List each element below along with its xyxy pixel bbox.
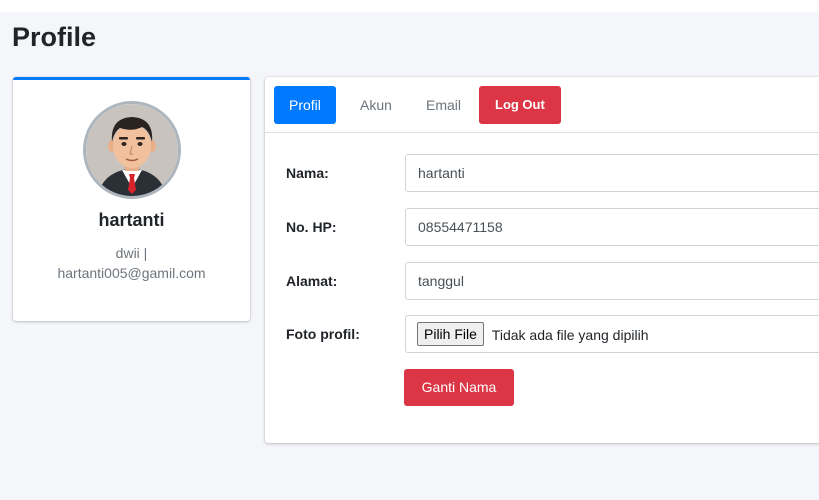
male-avatar-icon — [86, 104, 178, 196]
page-title: Profile — [12, 22, 97, 52]
tab-bar: Profil Akun Email Log Out — [265, 77, 819, 133]
profile-card: hartanti dwii | hartanti005@gamil.com — [13, 77, 250, 321]
profile-username: dwii | — [115, 245, 148, 261]
settings-card: Profil Akun Email Log Out Nama: hartanti… — [265, 77, 819, 443]
foto-file-input[interactable]: Pilih File Tidak ada file yang dipilih — [405, 315, 819, 353]
nama-label: Nama: — [286, 165, 329, 181]
nama-input[interactable]: hartanti — [405, 154, 819, 192]
hp-input[interactable]: 08554471158 — [405, 208, 819, 246]
alamat-label: Alamat: — [286, 273, 338, 289]
hp-label: No. HP: — [286, 219, 337, 235]
file-status: Tidak ada file yang dipilih — [491, 327, 649, 344]
tab-profil[interactable]: Profil — [274, 86, 336, 124]
foto-label: Foto profil: — [286, 326, 360, 342]
avatar — [83, 101, 181, 199]
ganti-nama-button[interactable]: Ganti Nama — [404, 369, 514, 406]
alamat-input[interactable]: tanggul — [405, 262, 819, 300]
profile-name: hartanti — [98, 210, 165, 230]
choose-file-button[interactable]: Pilih File — [417, 322, 484, 347]
tab-akun[interactable]: Akun — [345, 86, 407, 124]
profile-details: dwii | hartanti005@gamil.com — [13, 243, 250, 283]
profile-email: hartanti005@gamil.com — [57, 265, 206, 281]
tab-email[interactable]: Email — [411, 86, 476, 124]
logout-button[interactable]: Log Out — [479, 86, 561, 124]
top-bar — [0, 0, 819, 12]
